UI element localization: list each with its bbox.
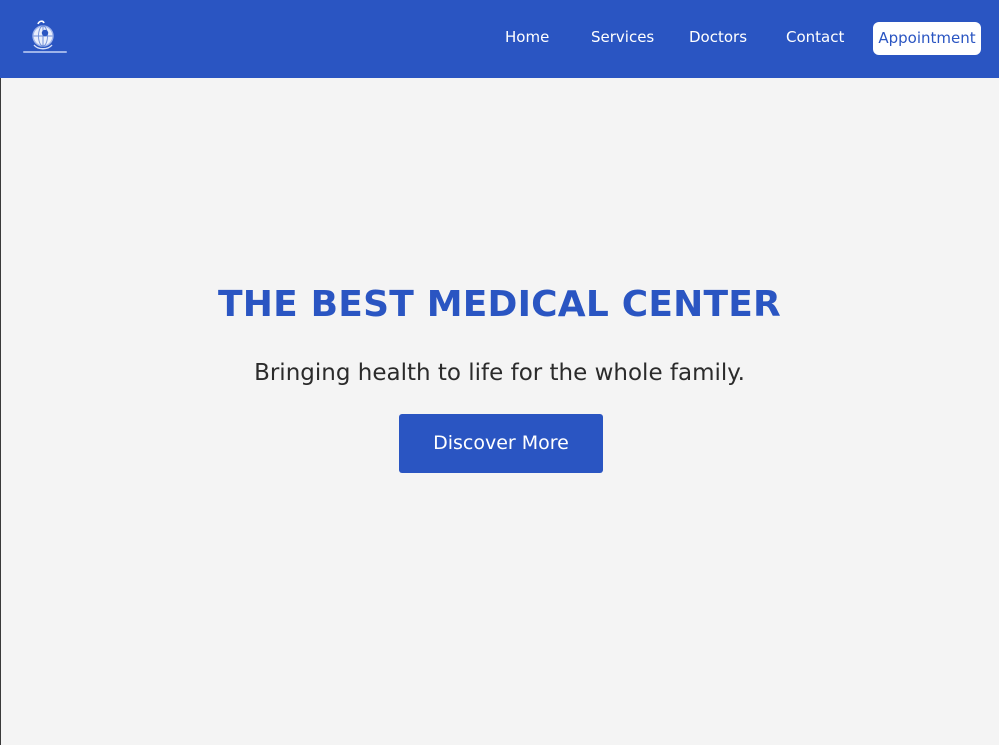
nav-link-home[interactable]: Home xyxy=(505,27,549,47)
nav-link-doctors[interactable]: Doctors xyxy=(689,27,747,47)
main-navigation: Home Services Doctors Contact xyxy=(0,0,999,78)
top-navbar: Home Services Doctors Contact Appointmen… xyxy=(0,0,999,78)
hero-subtitle: Bringing health to life for the whole fa… xyxy=(254,360,745,386)
hero-section: THE BEST MEDICAL CENTER Bringing health … xyxy=(0,78,999,745)
hero-title: THE BEST MEDICAL CENTER xyxy=(218,284,781,325)
nav-link-contact[interactable]: Contact xyxy=(786,27,844,47)
nav-link-services[interactable]: Services xyxy=(591,27,654,47)
discover-more-button[interactable]: Discover More xyxy=(399,414,603,473)
appointment-button[interactable]: Appointment xyxy=(873,22,981,55)
